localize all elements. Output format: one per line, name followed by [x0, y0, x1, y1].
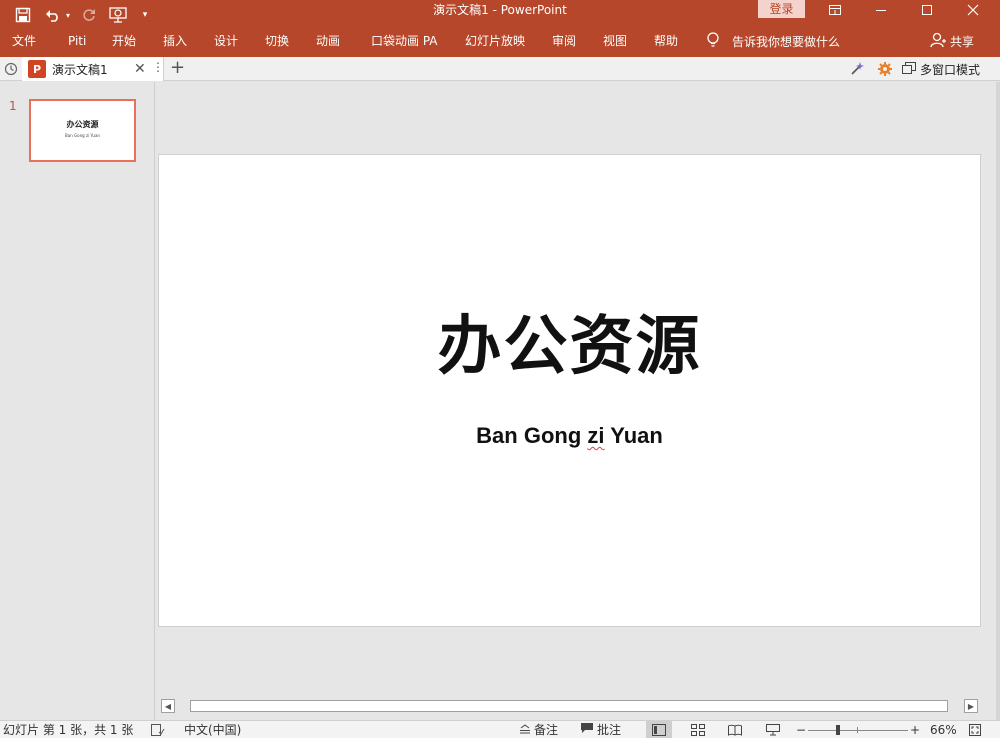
- title-bar: ▾ ▾ 演示文稿1 - PowerPoint 登录: [0, 0, 1000, 30]
- share-label: 共享: [950, 34, 975, 49]
- spell-check-icon[interactable]: [151, 722, 165, 738]
- login-button[interactable]: 登录: [758, 0, 805, 18]
- close-icon[interactable]: [950, 0, 996, 20]
- share-button[interactable]: 共享: [930, 30, 974, 52]
- tell-me-box[interactable]: 告诉我你想要做什么: [706, 30, 840, 52]
- misspelled-word: zi: [587, 423, 605, 448]
- tab-view[interactable]: 视图: [603, 30, 627, 52]
- more-vertical-icon[interactable]: ⋮: [152, 60, 164, 74]
- tab-home[interactable]: 开始: [112, 30, 136, 52]
- magic-wand-icon[interactable]: [846, 59, 868, 79]
- document-tab-bar: P 演示文稿1 ✕ ⋮ + 多窗口模式: [0, 57, 1000, 81]
- save-icon[interactable]: [12, 0, 34, 30]
- notes-button[interactable]: 备注: [519, 722, 558, 738]
- zoom-slider[interactable]: [808, 730, 908, 731]
- document-tab-label: 演示文稿1: [52, 62, 108, 77]
- multi-window-mode-button[interactable]: 多窗口模式: [902, 59, 980, 79]
- slide-subtitle[interactable]: Ban Gong zi Yuan: [159, 423, 980, 449]
- notes-icon: [519, 722, 531, 738]
- notes-label: 备注: [534, 723, 559, 737]
- tab-review[interactable]: 审阅: [552, 30, 576, 52]
- slide-sorter-view-icon[interactable]: [685, 721, 711, 738]
- close-tab-icon[interactable]: ✕: [134, 61, 146, 77]
- reading-view-icon[interactable]: [722, 721, 748, 738]
- comments-button[interactable]: 批注: [580, 722, 621, 738]
- subtitle-part-1: Ban Gong: [476, 423, 588, 448]
- powerpoint-icon: P: [28, 60, 46, 78]
- comments-label: 批注: [597, 723, 622, 737]
- add-tab-icon[interactable]: +: [170, 58, 185, 78]
- thumbnail-number: 1: [9, 99, 17, 113]
- person-icon: [930, 32, 946, 51]
- slide-title[interactable]: 办公资源: [159, 295, 980, 387]
- tab-slideshow[interactable]: 幻灯片放映: [465, 30, 525, 52]
- slide-count-status: 幻灯片 第 1 张，共 1 张: [3, 723, 134, 737]
- slide-thumbnail[interactable]: 办公资源 Ban Gong zi Yuan: [29, 99, 136, 162]
- normal-view-icon[interactable]: [646, 721, 672, 738]
- tab-design[interactable]: 设计: [214, 30, 238, 52]
- vertical-scrollbar[interactable]: [996, 82, 1000, 720]
- tab-piti[interactable]: Piti: [68, 30, 86, 52]
- tab-file[interactable]: 文件: [12, 30, 36, 52]
- tell-me-label: 告诉我你想要做什么: [732, 34, 841, 49]
- tab-list-icon[interactable]: [0, 59, 22, 79]
- settings-gear-icon[interactable]: [874, 59, 896, 79]
- zoom-level[interactable]: 66%: [930, 722, 957, 738]
- scroll-left-icon[interactable]: ◀: [161, 699, 175, 713]
- undo-dropdown-icon[interactable]: ▾: [63, 0, 73, 30]
- fit-to-window-icon[interactable]: [962, 721, 988, 738]
- lightbulb-icon: [706, 31, 720, 51]
- document-tab[interactable]: P 演示文稿1 ✕ ⋮: [22, 57, 164, 81]
- maximize-icon[interactable]: [904, 0, 950, 20]
- zoom-slider-thumb[interactable]: [836, 725, 840, 735]
- comment-icon: [580, 722, 594, 738]
- zoom-center-mark: [857, 727, 858, 733]
- subtitle-part-2: Yuan: [604, 423, 663, 448]
- ribbon-tabs: 文件 Piti 开始 插入 设计 切换 动画 口袋动画 PA 幻灯片放映 审阅 …: [0, 30, 1000, 57]
- tab-animations[interactable]: 动画: [316, 30, 340, 52]
- tab-transitions[interactable]: 切换: [265, 30, 289, 52]
- slideshow-start-icon[interactable]: [107, 0, 129, 30]
- zoom-in-button[interactable]: +: [910, 722, 920, 738]
- slideshow-view-icon[interactable]: [760, 721, 786, 738]
- language-status[interactable]: 中文(中国): [184, 722, 241, 738]
- tab-pocket-animation[interactable]: 口袋动画 PA: [371, 30, 438, 52]
- multi-window-label: 多窗口模式: [920, 62, 981, 77]
- windows-icon: [902, 61, 916, 77]
- tab-help[interactable]: 帮助: [654, 30, 678, 52]
- slide-thumbnail-pane: 1 办公资源 Ban Gong zi Yuan: [0, 82, 155, 720]
- status-bar: 幻灯片 第 1 张，共 1 张 中文(中国) 备注 批注 − + 66%: [0, 720, 1000, 738]
- undo-icon[interactable]: [43, 0, 63, 30]
- slide-canvas[interactable]: 办公资源 Ban Gong zi Yuan: [158, 154, 981, 627]
- thumbnail-title: 办公资源: [66, 120, 99, 129]
- ribbon-display-options-icon[interactable]: [812, 0, 858, 20]
- zoom-out-button[interactable]: −: [796, 722, 806, 738]
- redo-icon[interactable]: [79, 0, 99, 30]
- customize-qat-icon[interactable]: ▾: [138, 0, 152, 30]
- horizontal-scrollbar[interactable]: ◀ ▶: [158, 698, 981, 714]
- tab-insert[interactable]: 插入: [163, 30, 187, 52]
- scrollbar-thumb[interactable]: [190, 700, 948, 712]
- scroll-right-icon[interactable]: ▶: [964, 699, 978, 713]
- minimize-icon[interactable]: [858, 0, 904, 20]
- thumbnail-subtitle: Ban Gong zi Yuan: [65, 133, 100, 138]
